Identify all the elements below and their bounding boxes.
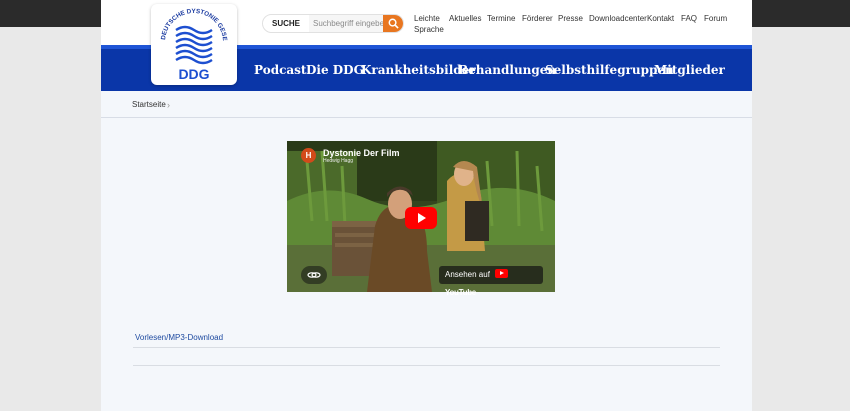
nav-item-podcast[interactable]: Podcast (254, 63, 306, 77)
toplink-leichte[interactable]: Leichte (414, 14, 440, 24)
mp3-download-link[interactable]: Vorlesen/MP3-Download (135, 333, 223, 342)
breadcrumb-home[interactable]: Startseite (132, 100, 166, 109)
search-label: SUCHE (263, 15, 309, 32)
search-icon (388, 18, 399, 29)
site-logo[interactable]: DEUTSCHE DYSTONIE GESELLSCHAFT e.V. DDG (151, 4, 237, 85)
search-button[interactable] (383, 15, 403, 32)
video-author: Hedwig Hagg (323, 158, 354, 164)
logo-org-name: DEUTSCHE DYSTONIE GESELLSCHAFT e.V. (151, 4, 228, 41)
toplink-foerderer[interactable]: Förderer (522, 14, 553, 24)
logo-acronym: DDG (178, 66, 209, 82)
svg-text:DEUTSCHE DYSTONIE GESELLSCHAFT: DEUTSCHE DYSTONIE GESELLSCHAFT e.V. (151, 4, 228, 41)
play-icon (418, 213, 426, 223)
toplink-forum[interactable]: Forum (704, 14, 727, 24)
toplink-faq[interactable]: FAQ (681, 14, 697, 24)
nav-item-die-ddg[interactable]: Die DDG (306, 63, 364, 77)
breadcrumb-divider (101, 117, 752, 118)
toplink-presse[interactable]: Presse (558, 14, 583, 24)
watch-label: Ansehen auf (445, 270, 490, 279)
play-button[interactable] (405, 207, 437, 229)
toplink-sprache[interactable]: Sprache (414, 25, 444, 35)
video-title[interactable]: Dystonie Der Film (323, 148, 400, 158)
breadcrumb-chevron-icon: › (167, 100, 170, 110)
search-bar: SUCHE (262, 14, 404, 33)
link-icon (307, 272, 321, 278)
content-divider-1 (133, 347, 720, 348)
youtube-icon (495, 269, 509, 278)
copy-link-button[interactable] (301, 266, 327, 284)
search-input[interactable] (309, 15, 385, 32)
page-container: DEUTSCHE DYSTONIE GESELLSCHAFT e.V. DDG … (101, 0, 752, 411)
channel-avatar[interactable]: H (301, 148, 316, 163)
watch-on-youtube-button[interactable]: Ansehen auf YouTube (439, 266, 543, 297)
content-divider-2 (133, 365, 720, 366)
nav-item-behandlungen[interactable]: Behandlungen (458, 63, 556, 77)
toplink-kontakt[interactable]: Kontakt (647, 14, 674, 24)
toplink-aktuelles[interactable]: Aktuelles (449, 14, 481, 24)
ddg-logo-graphic: DEUTSCHE DYSTONIE GESELLSCHAFT e.V. DDG (151, 4, 228, 82)
nav-item-mitglieder[interactable]: Mitglieder (654, 63, 725, 77)
youtube-wordmark: YouTube (445, 288, 476, 297)
toplink-termine[interactable]: Termine (487, 14, 515, 24)
toplink-downloadcenter[interactable]: Downloadcenter (589, 14, 647, 24)
